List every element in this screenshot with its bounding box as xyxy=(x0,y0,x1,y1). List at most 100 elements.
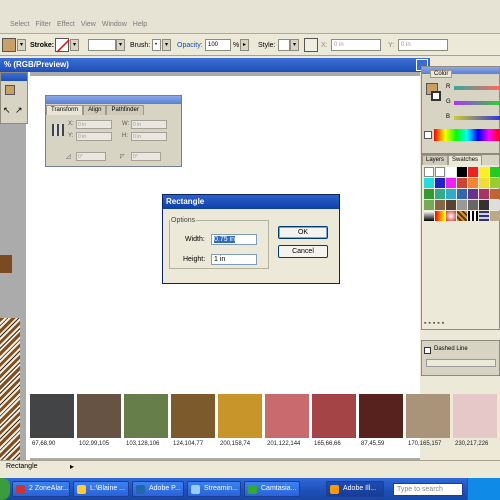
x-field[interactable]: 0 in xyxy=(331,39,381,51)
fill-dropdown-icon[interactable]: ▾ xyxy=(17,39,26,51)
shear-field[interactable]: 0° xyxy=(131,152,161,161)
g-slider-track[interactable] xyxy=(454,101,500,105)
tab-transform[interactable]: Transform xyxy=(46,105,84,115)
swatch[interactable] xyxy=(424,178,434,188)
menu-window[interactable]: Window xyxy=(102,21,127,28)
swatch[interactable] xyxy=(457,189,467,199)
transform-reference-icon[interactable] xyxy=(304,38,318,52)
swatch[interactable] xyxy=(457,178,467,188)
ok-button[interactable]: OK xyxy=(278,226,328,239)
b-slider-track[interactable] xyxy=(454,116,500,120)
swatch[interactable] xyxy=(446,200,456,210)
swatch[interactable] xyxy=(468,200,478,210)
none-color-icon[interactable] xyxy=(424,131,432,139)
swatch[interactable] xyxy=(435,189,445,199)
swatch[interactable] xyxy=(457,167,467,177)
swatch-registration[interactable] xyxy=(435,167,445,177)
swatch[interactable] xyxy=(435,200,445,210)
swatch[interactable] xyxy=(490,211,500,221)
swatch[interactable] xyxy=(468,167,478,177)
swatch-gradient[interactable] xyxy=(424,211,434,221)
color-chip[interactable]: 170,165,157 xyxy=(406,394,453,450)
r-slider-track[interactable] xyxy=(454,86,500,90)
color-chip[interactable]: 165,66,66 xyxy=(312,394,359,450)
color-chip-swatch[interactable] xyxy=(453,394,497,438)
swatch-pattern[interactable] xyxy=(479,211,489,221)
color-chip[interactable]: 230,217,226 xyxy=(453,394,500,450)
swatch[interactable] xyxy=(424,200,434,210)
tf-x-field[interactable]: 0 in xyxy=(76,120,112,129)
style-dropdown-icon[interactable]: ▾ xyxy=(290,39,299,51)
task-adobe-p[interactable]: Adobe P... xyxy=(132,481,184,497)
brush-dropdown-icon[interactable]: ▾ xyxy=(162,39,171,51)
task-streaming[interactable]: Streamin... xyxy=(187,481,241,497)
swatch-pattern[interactable] xyxy=(468,211,478,221)
swatch[interactable] xyxy=(479,189,489,199)
color-spectrum[interactable] xyxy=(434,129,500,141)
color-chip[interactable]: 102,99,105 xyxy=(77,394,124,450)
swatch[interactable] xyxy=(479,167,489,177)
swatch[interactable] xyxy=(490,178,500,188)
opacity-field[interactable]: 100 xyxy=(205,39,231,51)
tab-layers[interactable]: Layers xyxy=(422,155,449,165)
pattern-artwork[interactable] xyxy=(0,318,20,460)
menu-select[interactable]: Select xyxy=(10,21,29,28)
task-adobe-illustrator[interactable]: Adobe Ill... xyxy=(326,481,384,497)
color-chip-swatch[interactable] xyxy=(30,394,74,438)
swatch-gradient[interactable] xyxy=(446,211,456,221)
task-camtasia[interactable]: Camtasia... xyxy=(244,481,300,497)
tool-fill-icon[interactable] xyxy=(5,85,15,95)
stroke-weight-field[interactable] xyxy=(88,39,116,51)
color-chip-swatch[interactable] xyxy=(312,394,356,438)
menu-filter[interactable]: Filter xyxy=(35,21,51,28)
swatch[interactable] xyxy=(490,167,500,177)
swatch[interactable] xyxy=(479,200,489,210)
color-chip[interactable]: 200,158,74 xyxy=(218,394,265,450)
status-arrow-icon[interactable]: ▸ xyxy=(70,462,74,471)
pattern-artwork-top[interactable] xyxy=(0,255,12,273)
swatch[interactable] xyxy=(435,178,445,188)
color-chip[interactable]: 87,45,59 xyxy=(359,394,406,450)
swatch[interactable] xyxy=(468,189,478,199)
start-button[interactable] xyxy=(0,478,10,500)
swatch[interactable] xyxy=(490,189,500,199)
direct-select-tool-icon[interactable]: ↗ xyxy=(15,105,23,116)
tab-color[interactable]: Color xyxy=(430,70,453,78)
tab-pathfinder[interactable]: Pathfinder xyxy=(106,105,144,115)
swatch-none[interactable] xyxy=(424,167,434,177)
color-chip[interactable]: 103,128,106 xyxy=(124,394,171,450)
color-chip-swatch[interactable] xyxy=(406,394,450,438)
swatch-panel-buttons[interactable]: ▪ ▪ ▪ ▪ ▪ xyxy=(424,320,444,327)
g-slider[interactable]: G xyxy=(446,99,500,106)
color-chip[interactable]: 67,68,90 xyxy=(30,394,77,450)
swatch[interactable] xyxy=(446,167,456,177)
taskbar-search-input[interactable]: Type to search xyxy=(393,483,463,496)
y-field[interactable]: 0 in xyxy=(398,39,448,51)
cancel-button[interactable]: Cancel xyxy=(278,245,328,258)
brush-field[interactable]: • xyxy=(152,39,161,51)
dashed-line-checkbox[interactable] xyxy=(424,347,431,354)
dash-gap-fields[interactable] xyxy=(426,359,496,367)
tab-swatches[interactable]: Swatches xyxy=(448,155,483,165)
opacity-label[interactable]: Opacity: xyxy=(177,39,203,52)
transform-panel-titlebar[interactable] xyxy=(46,96,181,104)
stroke-weight-dropdown-icon[interactable]: ▾ xyxy=(116,39,125,51)
menu-view[interactable]: View xyxy=(81,21,96,28)
opacity-dropdown-icon[interactable]: ▸ xyxy=(240,39,249,51)
tf-y-field[interactable]: 0 in xyxy=(76,132,112,141)
color-chip[interactable]: 201,122,144 xyxy=(265,394,312,450)
r-slider[interactable]: R xyxy=(446,84,500,91)
swatch-gradient[interactable] xyxy=(435,211,445,221)
tf-h-field[interactable]: 0 in xyxy=(131,132,167,141)
swatch[interactable] xyxy=(490,200,500,210)
width-input[interactable]: 0.75 in xyxy=(211,234,257,245)
swatch[interactable] xyxy=(424,189,434,199)
selection-tool-icon[interactable]: ↖ xyxy=(3,105,11,116)
color-chip-swatch[interactable] xyxy=(359,394,403,438)
swatch-pattern[interactable] xyxy=(457,211,467,221)
system-tray[interactable] xyxy=(467,478,500,500)
fill-swatch[interactable] xyxy=(2,38,16,52)
swatch[interactable] xyxy=(468,178,478,188)
swatch[interactable] xyxy=(479,178,489,188)
menu-effect[interactable]: Effect xyxy=(57,21,75,28)
